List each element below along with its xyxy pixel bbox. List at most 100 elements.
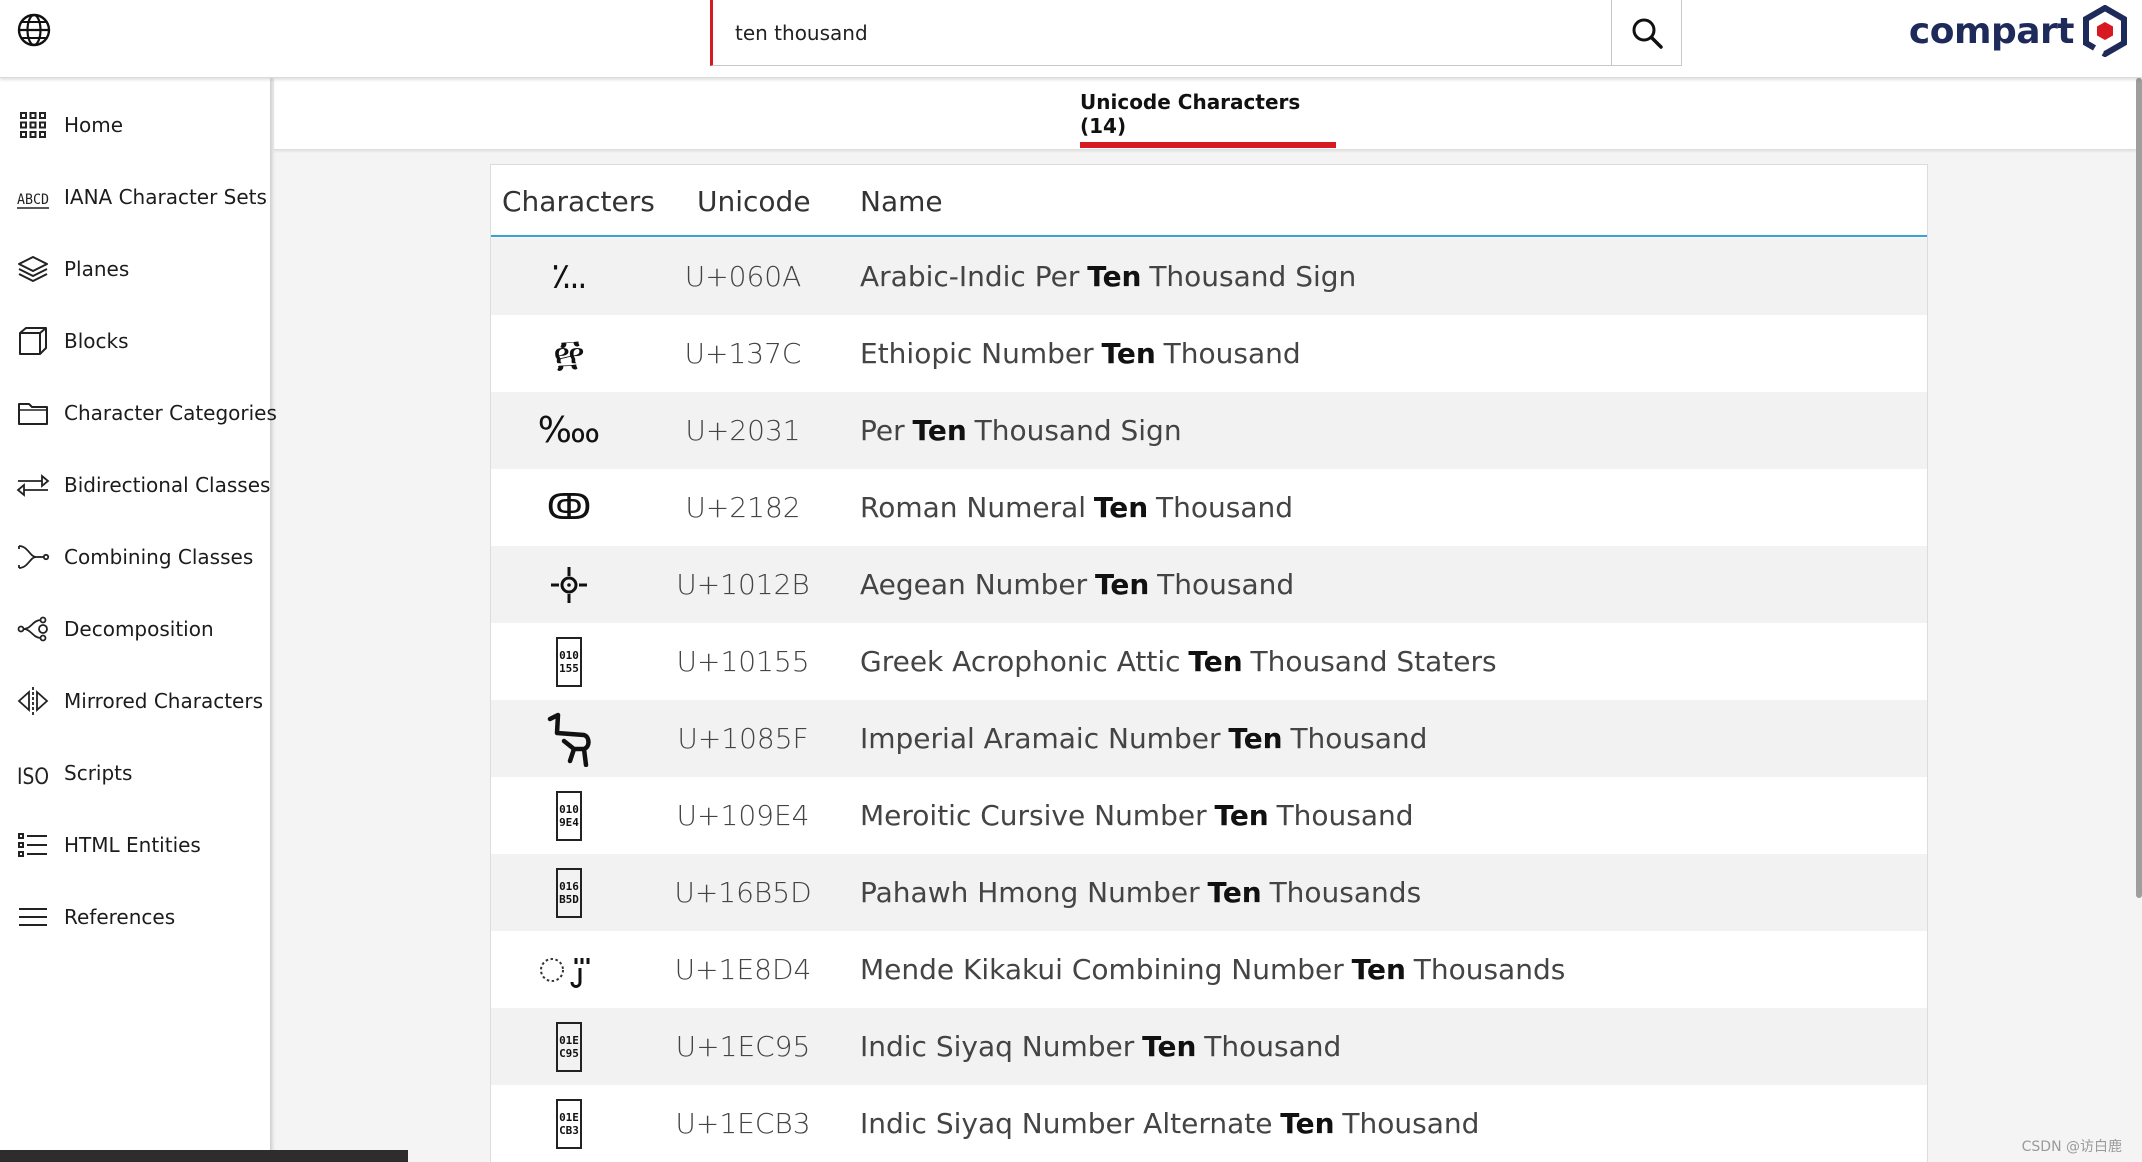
- table-row[interactable]: 016 B5D U+16B5D Pahawh Hmong Number Ten Thous…: [491, 854, 1927, 931]
- decomposition-icon: [17, 616, 48, 642]
- watermark: CSDN @访白鹿: [2021, 1139, 2122, 1155]
- search-highlight: Ten: [1228, 722, 1283, 755]
- table-row[interactable]: ↂ U+2182 Roman Numeral Ten Thousand: [491, 469, 1927, 546]
- search-button[interactable]: [1611, 0, 1681, 65]
- hexbox-line: C95: [559, 1046, 579, 1060]
- unicode-codepoint: U+109E4: [676, 799, 810, 832]
- character-glyph: [491, 931, 647, 1008]
- name-prefix: Meroitic Cursive Number: [860, 799, 1207, 832]
- character-name[interactable]: Indic Siyaq Number Alternate Ten Thousand: [860, 1085, 1479, 1162]
- hexbox-line: 01E: [559, 1033, 579, 1047]
- table-row[interactable]: ؊ U+060A Arabic-Indic Per Ten Thousand Sign: [491, 238, 1927, 315]
- table-row[interactable]: U+1E8D4 Mende Kikakui Combining Number Ten…: [491, 931, 1927, 1008]
- sidebar-item-label: Mirrored Characters: [64, 689, 264, 713]
- unicode-codepoint: U+060A: [684, 260, 802, 293]
- character-name[interactable]: Mende Kikakui Combining Number Ten Thousan…: [860, 931, 1565, 1008]
- search-highlight: Ten: [1280, 1107, 1335, 1140]
- sidebar-item-scripts[interactable]: ISO Scripts: [0, 742, 270, 804]
- character-name[interactable]: Greek Acrophonic Attic Ten Thousand Stater…: [860, 623, 1497, 700]
- compart-logo[interactable]: compart: [1909, 2, 2128, 60]
- sidebar-item-iana-character-sets[interactable]: ABCD IANA Character Sets: [0, 166, 270, 228]
- character-glyph: 01E CB3: [491, 1085, 647, 1162]
- name-suffix: Thousand: [1204, 1030, 1342, 1063]
- search-input[interactable]: [713, 0, 1611, 65]
- character-glyph: ؊: [491, 238, 647, 315]
- page-scrollbar[interactable]: [2136, 78, 2142, 898]
- sidebar-item-label: IANA Character Sets: [64, 185, 267, 209]
- aegean-ten-thousand-glyph: [551, 566, 587, 603]
- search-icon: [1632, 18, 1663, 49]
- character-name[interactable]: Arabic-Indic Per Ten Thousand Sign: [860, 238, 1356, 315]
- character-text: ፼: [553, 332, 585, 374]
- character-glyph: 010 155: [491, 623, 647, 700]
- sidebar-item-references[interactable]: References: [0, 886, 270, 948]
- hexbox-line: B5D: [559, 892, 579, 906]
- character-glyph: [491, 700, 647, 777]
- iso-icon: ISO: [17, 765, 49, 790]
- globe-icon[interactable]: [16, 12, 52, 48]
- missing-glyph-hexbox: 01E C95: [556, 1021, 582, 1072]
- character-name[interactable]: Meroitic Cursive Number Ten Thousand: [860, 777, 1414, 854]
- name-suffix: Thousand: [1342, 1107, 1480, 1140]
- folder-icon: [18, 403, 48, 425]
- character-name[interactable]: Imperial Aramaic Number Ten Thousand: [860, 700, 1427, 777]
- hexbox-line: CB3: [559, 1123, 579, 1137]
- cube-icon: [19, 327, 47, 355]
- unicode-codepoint: U+2031: [685, 414, 801, 447]
- tab-unicode-characters[interactable]: Unicode Characters (14): [1080, 78, 1336, 150]
- top-bar: compart: [0, 0, 2142, 78]
- name-suffix: Thousand Sign: [1149, 260, 1357, 293]
- table-row[interactable]: U+1012B Aegean Number Ten Thousand: [491, 546, 1927, 623]
- sidebar-item-bidirectional-classes[interactable]: Bidirectional Classes: [0, 454, 270, 516]
- sidebar-item-blocks[interactable]: Blocks: [0, 310, 270, 372]
- table-row[interactable]: 01E CB3 U+1ECB3 Indic Siyaq Number Alternat…: [491, 1085, 1927, 1162]
- sidebar-item-combining-classes[interactable]: Combining Classes: [0, 526, 270, 588]
- character-glyph: ‱: [491, 392, 647, 469]
- character-name[interactable]: Pahawh Hmong Number Ten Thousands: [860, 854, 1421, 931]
- table-row[interactable]: ፼ U+137C Ethiopic Number Ten Thousand: [491, 315, 1927, 392]
- svg-text:ABCD: ABCD: [17, 192, 49, 208]
- table-row[interactable]: 010 9E4 U+109E4 Meroitic Cursive Number Ten T…: [491, 777, 1927, 854]
- sidebar-item-label: Planes: [64, 257, 130, 281]
- character-glyph: ↂ: [491, 469, 647, 546]
- character-text: ‱: [537, 410, 601, 451]
- sidebar-item-label: Bidirectional Classes: [64, 473, 271, 497]
- search-highlight: Ten: [912, 414, 967, 447]
- sidebar-item-home[interactable]: Home: [0, 94, 270, 156]
- name-prefix: Imperial Aramaic Number: [860, 722, 1221, 755]
- aramaic-ten-thousand-glyph: [547, 712, 591, 767]
- character-name[interactable]: Roman Numeral Ten Thousand: [860, 469, 1293, 546]
- table-row[interactable]: U+1085F Imperial Aramaic Number Ten Thousan…: [491, 700, 1927, 777]
- sidebar-item-html-entities[interactable]: HTML Entities: [0, 814, 270, 876]
- name-suffix: Thousand Staters: [1250, 645, 1497, 678]
- character-name[interactable]: Aegean Number Ten Thousand: [860, 546, 1294, 623]
- name-prefix: Pahawh Hmong Number: [860, 876, 1200, 909]
- character-name[interactable]: Per Ten Thousand Sign: [860, 392, 1182, 469]
- search-highlight: Ten: [1087, 260, 1142, 293]
- active-tab-indicator: [1080, 142, 1336, 148]
- character-glyph: 016 B5D: [491, 854, 647, 931]
- sidebar-item-decomposition[interactable]: Decomposition: [0, 598, 270, 660]
- missing-glyph-hexbox: 010 155: [556, 636, 582, 687]
- sidebar-item-label: Decomposition: [64, 617, 214, 641]
- sidebar-item-character-categories[interactable]: Character Categories: [0, 382, 277, 444]
- sidebar-item-planes[interactable]: Planes: [0, 238, 270, 300]
- character-name[interactable]: Ethiopic Number Ten Thousand: [860, 315, 1301, 392]
- name-prefix: Arabic-Indic Per: [860, 260, 1080, 293]
- table-row[interactable]: 01E C95 U+1EC95 Indic Siyaq Number Ten Thousa…: [491, 1008, 1927, 1085]
- sidebar-item-mirrored-characters[interactable]: Mirrored Characters: [0, 670, 270, 732]
- search-highlight: Ten: [1214, 799, 1269, 832]
- mirror-icon: [17, 687, 49, 715]
- unicode-codepoint: U+2182: [685, 491, 801, 524]
- results-tab-bar: Unicode Characters (14): [274, 78, 2136, 150]
- brand-name: compart: [1908, 10, 2075, 52]
- character-name[interactable]: Indic Siyaq Number Ten Thousand: [860, 1008, 1341, 1085]
- name-prefix: Roman Numeral: [860, 491, 1087, 524]
- table-row[interactable]: ‱ U+2031 Per Ten Thousand Sign: [491, 392, 1927, 469]
- missing-glyph-hexbox: 016 B5D: [556, 867, 582, 918]
- combining-icon: [18, 545, 50, 569]
- table-row[interactable]: 010 155 U+10155 Greek Acrophonic Attic Ten Th…: [491, 623, 1927, 700]
- name-suffix: Thousand: [1156, 491, 1294, 524]
- sidebar-item-label: Home: [64, 113, 124, 137]
- sidebar-item-label: References: [64, 905, 176, 929]
